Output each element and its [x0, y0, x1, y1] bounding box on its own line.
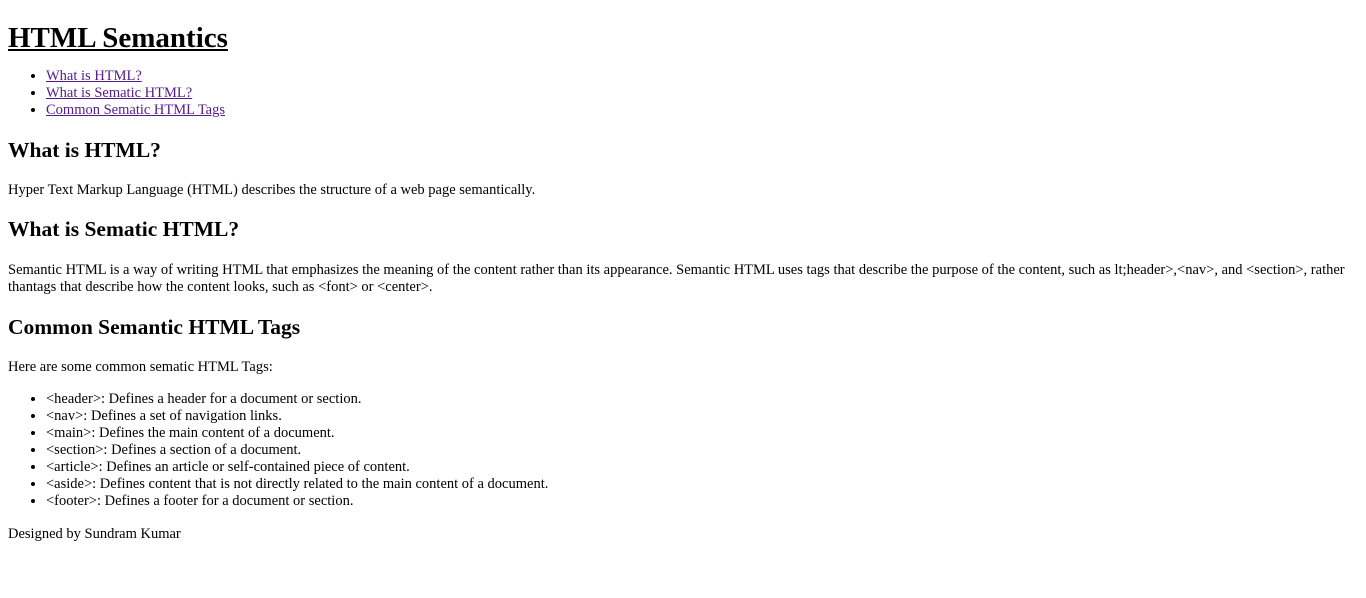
section-heading-semantic-html: What is Sematic HTML? — [8, 217, 240, 241]
list-item: <header>: Defines a header for a documen… — [46, 391, 1358, 408]
toc-link-semantic-html[interactable]: What is Sematic HTML? — [46, 85, 192, 101]
toc-link-common-tags[interactable]: Common Sematic HTML Tags — [46, 102, 225, 118]
list-item: <main>: Defines the main content of a do… — [46, 425, 1358, 442]
list-item: <article>: Defines an article or self-co… — [46, 459, 1358, 476]
section-intro-common-tags: Here are some common sematic HTML Tags: — [8, 359, 273, 375]
page: HTML Semantics What is HTML? What is Sem… — [0, 0, 1366, 543]
list-item: <footer>: Defines a footer for a documen… — [46, 493, 1358, 510]
footer-credit: Designed by Sundram Kumar — [8, 526, 181, 542]
section-heading-common-tags: Common Semantic HTML Tags — [8, 315, 301, 339]
list-item: <nav>: Defines a set of navigation links… — [46, 408, 1358, 425]
section-text-what-is-html: Hyper Text Markup Language (HTML) descri… — [8, 182, 536, 198]
table-of-contents: What is HTML? What is Sematic HTML? Comm… — [8, 68, 1358, 119]
toc-link-what-is-html[interactable]: What is HTML? — [46, 68, 142, 84]
toc-item: Common Sematic HTML Tags — [46, 102, 1358, 119]
list-item: <section>: Defines a section of a docume… — [46, 442, 1358, 459]
toc-item: What is Sematic HTML? — [46, 85, 1358, 102]
section-text-semantic-html: Semantic HTML is a way of writing HTML t… — [8, 262, 1345, 295]
section-heading-what-is-html: What is HTML? — [8, 138, 161, 162]
semantic-tag-list: <header>: Defines a header for a documen… — [8, 391, 1358, 510]
page-title: HTML Semantics — [8, 22, 228, 54]
list-item: <aside>: Defines content that is not dir… — [46, 476, 1358, 493]
toc-item: What is HTML? — [46, 68, 1358, 85]
